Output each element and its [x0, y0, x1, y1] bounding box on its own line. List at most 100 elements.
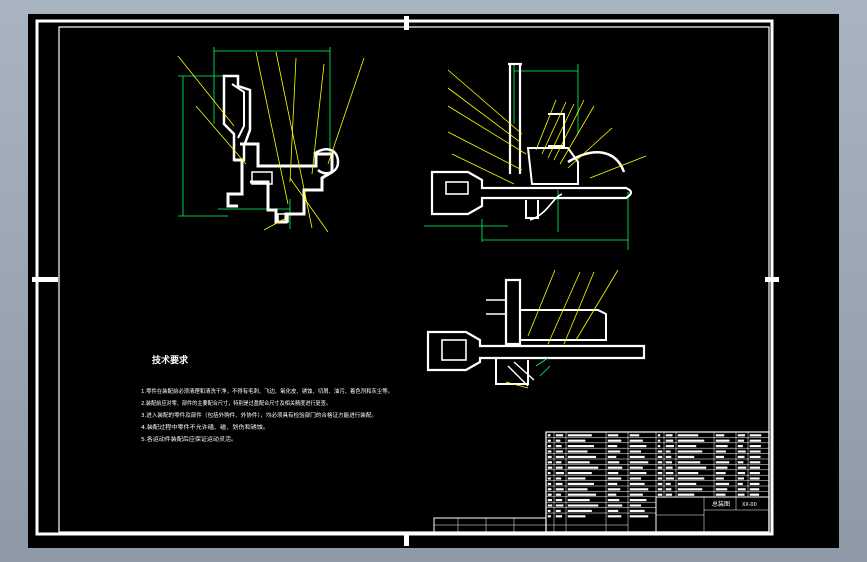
parts-list-cell-mark: [665, 482, 671, 485]
parts-list-cell-mark: [715, 450, 726, 453]
parts-list-cell-mark: [547, 499, 552, 502]
parts-list-cell-mark: [677, 455, 695, 458]
parts-list-cell-mark: [665, 477, 675, 480]
parts-list-cell-mark: [715, 477, 724, 480]
parts-list-cell-mark: [737, 488, 746, 491]
tech-req-item-5: 5.各运动件装配后应保证运动灵活。: [141, 435, 237, 443]
title-block: [433, 431, 770, 533]
parts-list-cell-mark: [607, 450, 621, 453]
parts-list-cell-mark: [749, 488, 760, 491]
parts-list-cell-mark: [567, 482, 594, 485]
parts-list-cell-mark: [547, 445, 552, 448]
parts-list-cell-mark: [749, 493, 760, 496]
side-view: [177, 47, 365, 233]
parts-list-cell-mark: [555, 461, 562, 464]
parts-list-cell-mark: [657, 466, 663, 469]
front-view: [424, 62, 647, 250]
parts-list-cell-mark: [547, 482, 552, 485]
parts-list-cell-mark: [657, 445, 661, 448]
parts-list-cell-mark: [749, 466, 761, 469]
parts-list-cell-mark: [657, 493, 663, 496]
parts-list-cell-mark: [629, 482, 645, 485]
parts-list-cell-mark: [629, 445, 647, 448]
parts-list-cell-mark: [749, 450, 761, 453]
parts-list-cell-mark: [749, 461, 761, 464]
parts-list-cell-mark: [677, 466, 707, 469]
tech-req-item-3: 3.进入装配的零件及部件（包括外购件、外协件），均必须具有检验部门的合格证方能进…: [141, 411, 377, 419]
parts-list-cell-mark: [657, 461, 663, 464]
parts-list-cell-mark: [665, 493, 673, 496]
parts-list-cell-mark: [677, 461, 701, 464]
parts-list-cell-mark: [547, 493, 552, 496]
parts-list-cell-mark: [555, 472, 564, 475]
part-code: XX-00: [742, 502, 757, 508]
parts-list-cell-mark: [737, 434, 746, 437]
parts-list-cell-mark: [607, 472, 619, 475]
parts-list-cell-mark: [555, 515, 562, 518]
parts-list-cell-mark: [567, 504, 599, 507]
parts-list-cell-mark: [677, 493, 695, 496]
parts-list-cell-mark: [547, 472, 551, 475]
parts-list-cell-mark: [607, 509, 619, 512]
parts-list-cell-mark: [567, 515, 586, 518]
center-mark-top: [404, 16, 409, 30]
parts-list-cell-mark: [547, 509, 551, 512]
parts-list-cell-mark: [737, 472, 746, 475]
parts-list-cell-mark: [737, 477, 744, 480]
parts-list-cell-mark: [737, 439, 744, 442]
inner-frame-border: [58, 26, 770, 533]
technical-requirements: 技术要求 1.零件在装配前必须清理和清洗干净，不得有毛刺、飞边、氧化皮、锈蚀、切…: [141, 354, 393, 443]
parts-list-cell-mark: [737, 466, 747, 469]
parts-list-cell-mark: [737, 450, 746, 453]
parts-list-cell-mark: [555, 509, 561, 512]
parts-list-cell-mark: [547, 477, 551, 480]
parts-list-cell-mark: [737, 493, 745, 496]
tech-req-item-1: 1.零件在装配前必须清理和清洗干净，不得有毛刺、飞边、氧化皮、锈蚀、切屑、油污、…: [141, 387, 393, 395]
parts-list-cell-mark: [657, 488, 663, 491]
parts-list-cell-mark: [629, 515, 649, 518]
parts-list-cell-mark: [547, 434, 551, 437]
parts-list-cell-mark: [629, 455, 645, 458]
parts-list-cell-mark: [555, 434, 564, 437]
parts-list-cell-mark: [657, 482, 663, 485]
parts-list-cell-mark: [555, 482, 563, 485]
parts-list-cell-mark: [677, 450, 703, 453]
parts-list-cell-mark: [737, 482, 743, 485]
parts-list-cell-mark: [677, 439, 705, 442]
center-mark-left: [32, 277, 58, 282]
parts-list-cell-mark: [607, 515, 622, 518]
parts-list-cell-mark: [715, 488, 728, 491]
parts-list-cell-mark: [749, 482, 760, 485]
parts-list-cell-mark: [567, 499, 590, 502]
parts-list-cell-mark: [567, 434, 592, 437]
parts-list-cell-mark: [567, 509, 592, 512]
center-mark-bottom: [404, 532, 409, 546]
parts-list-cell-mark: [567, 472, 592, 475]
top-view: [426, 269, 646, 389]
parts-list-cell-mark: [607, 482, 618, 485]
parts-list-cell-mark: [629, 499, 647, 502]
parts-list-cell-mark: [657, 439, 661, 442]
parts-list-cell-mark: [567, 445, 594, 448]
parts-list-cell-mark: [715, 466, 728, 469]
parts-list-cell-mark: [555, 477, 562, 480]
parts-list-cell-mark: [677, 488, 703, 491]
parts-list-cell-mark: [567, 439, 586, 442]
parts-list-cell-mark: [555, 488, 564, 491]
parts-list-cell-mark: [567, 493, 597, 496]
parts-list-cell-mark: [749, 455, 761, 458]
parts-list-cell-mark: [715, 493, 726, 496]
parts-list-cell-mark: [567, 461, 590, 464]
parts-list-cell-mark: [629, 472, 647, 475]
parts-list-cell-mark: [677, 482, 697, 485]
cad-viewport[interactable]: 技术要求 1.零件在装配前必须清理和清洗干净，不得有毛刺、飞边、氧化皮、锈蚀、切…: [28, 14, 839, 548]
parts-list-cell-mark: [547, 504, 553, 507]
parts-list-cell-mark: [629, 466, 643, 469]
parts-list-cell-mark: [607, 439, 622, 442]
parts-list-cell-mark: [607, 445, 618, 448]
parts-list-cell-mark: [665, 434, 673, 437]
parts-list-cell-mark: [629, 477, 642, 480]
parts-list-cell-mark: [555, 439, 561, 442]
parts-list-cell-mark: [629, 509, 645, 512]
parts-list-cell-mark: [547, 515, 551, 518]
